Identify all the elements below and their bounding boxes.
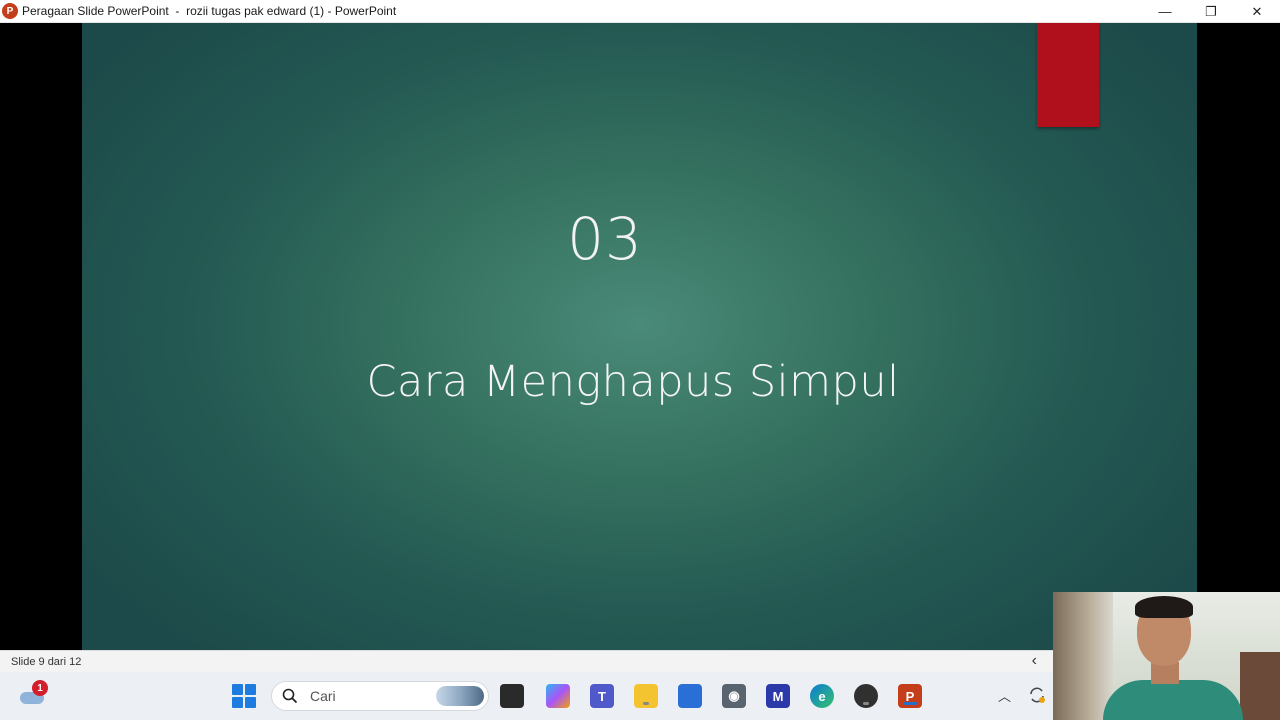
slideshow-stage[interactable]: 03 Cara Menghapus Simpul bbox=[0, 23, 1280, 650]
app-m-icon[interactable]: M bbox=[766, 684, 790, 708]
start-button[interactable] bbox=[232, 684, 256, 708]
search-box[interactable]: Cari bbox=[271, 681, 489, 711]
slide-accent-bar bbox=[1037, 23, 1099, 127]
powerpoint-logo-icon: P bbox=[2, 3, 18, 19]
notification-badge: 1 bbox=[32, 680, 48, 696]
window-title: Peragaan Slide PowerPoint - rozii tugas … bbox=[22, 4, 397, 18]
webcam-overlay bbox=[1053, 592, 1280, 720]
weather-widget[interactable]: 1 bbox=[18, 680, 48, 708]
sync-icon[interactable] bbox=[1027, 685, 1047, 705]
powerpoint-icon[interactable]: P bbox=[898, 684, 922, 708]
title-bar: P Peragaan Slide PowerPoint - rozii tuga… bbox=[0, 0, 1280, 23]
search-icon bbox=[282, 688, 298, 704]
minimize-button[interactable]: — bbox=[1142, 0, 1188, 23]
task-view-icon[interactable] bbox=[500, 684, 524, 708]
chevron-left-icon[interactable]: ‹ bbox=[1032, 652, 1037, 670]
slide[interactable]: 03 Cara Menghapus Simpul bbox=[82, 23, 1197, 650]
teams-icon[interactable]: T bbox=[590, 684, 614, 708]
status-bar: Slide 9 dari 12 ‹ bbox=[0, 650, 1053, 672]
camera-icon[interactable]: ◉ bbox=[722, 684, 746, 708]
copilot-icon[interactable] bbox=[546, 684, 570, 708]
search-placeholder: Cari bbox=[310, 688, 336, 704]
slide-counter: Slide 9 dari 12 bbox=[11, 655, 82, 668]
file-explorer-icon[interactable] bbox=[634, 684, 658, 708]
taskbar: 1 Cari T ◉ M e P ︿ bbox=[0, 672, 1053, 720]
section-number: 03 bbox=[567, 205, 643, 273]
obs-icon[interactable] bbox=[854, 684, 878, 708]
restore-button[interactable]: ❐ bbox=[1188, 0, 1234, 23]
windows-logo-icon bbox=[232, 684, 243, 695]
close-button[interactable]: ✕ bbox=[1234, 0, 1280, 23]
chevron-up-icon[interactable]: ︿ bbox=[998, 686, 1011, 705]
search-highlight-image bbox=[436, 686, 484, 706]
microsoft-store-icon[interactable] bbox=[678, 684, 702, 708]
slide-heading: Cara Menghapus Simpul bbox=[366, 357, 900, 407]
edge-icon[interactable]: e bbox=[810, 684, 834, 708]
window-controls: — ❐ ✕ bbox=[1142, 0, 1280, 23]
